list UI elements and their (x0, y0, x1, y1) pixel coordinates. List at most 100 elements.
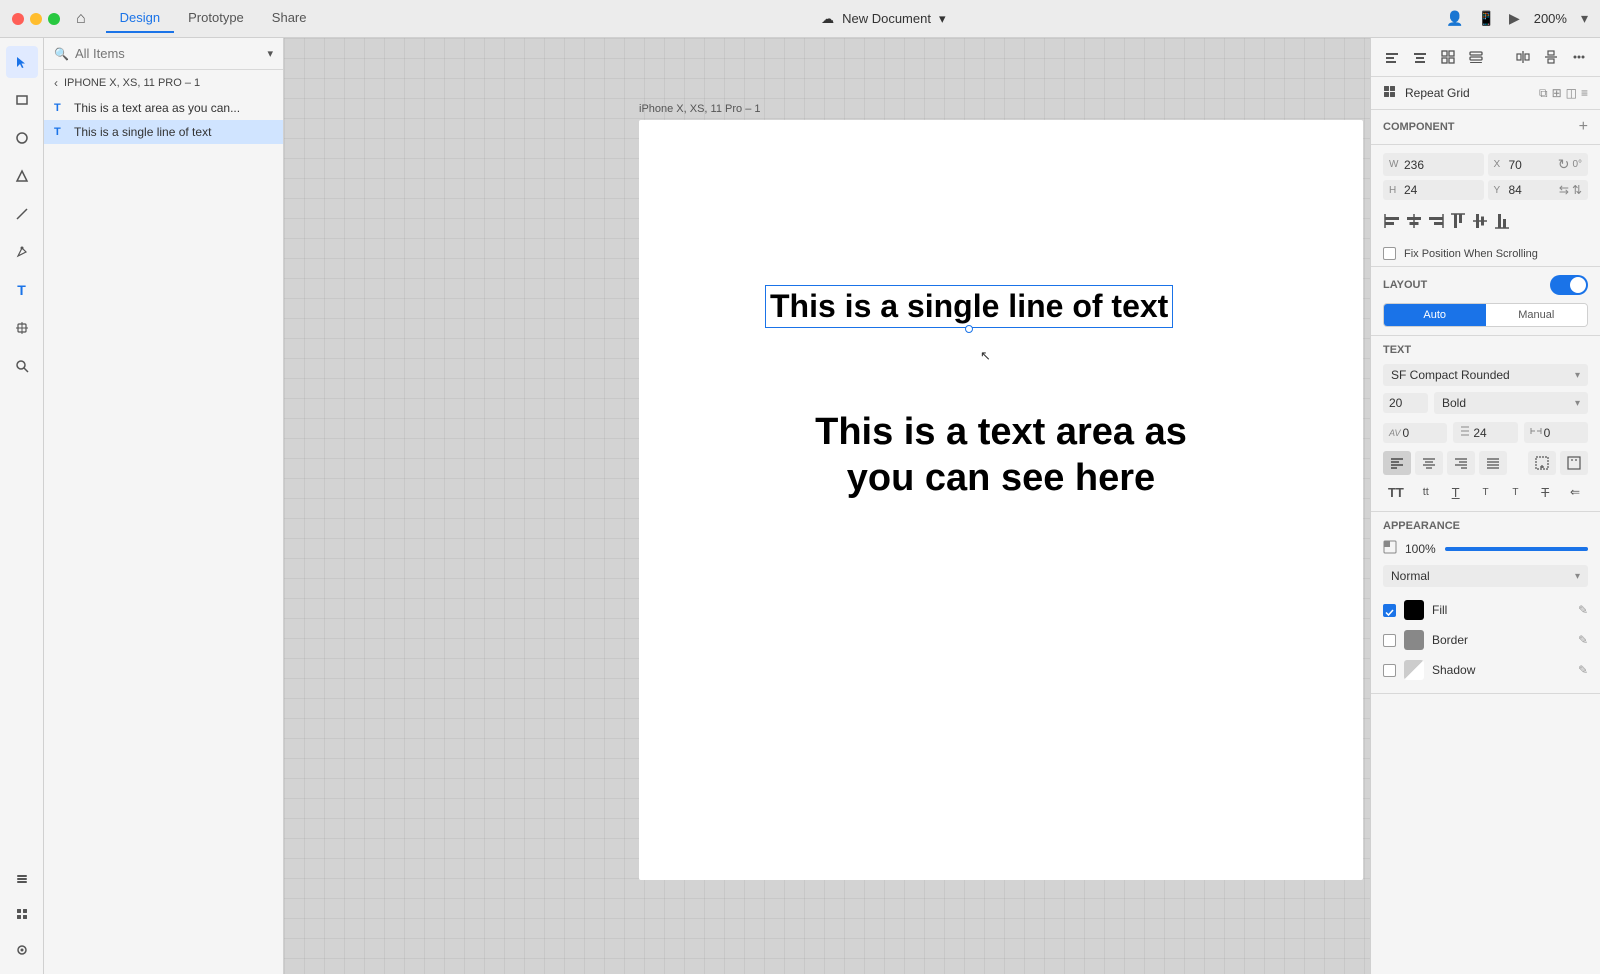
close-button[interactable] (12, 13, 24, 25)
text-tool[interactable]: T (6, 274, 38, 306)
text-rtl-icon[interactable]: ⇐ (1562, 481, 1588, 503)
layer-item-1[interactable]: T This is a text area as you can... (44, 96, 283, 120)
text-tt-small-icon[interactable]: tt (1413, 481, 1439, 503)
more-icon[interactable] (1566, 44, 1592, 70)
fill-checkbox[interactable] (1383, 604, 1396, 617)
opacity-bar[interactable] (1445, 547, 1588, 551)
zoom-tool[interactable] (6, 350, 38, 382)
text-area-element[interactable]: This is a text area asyou can see here (717, 410, 1285, 501)
av-field[interactable]: AV 0 (1383, 423, 1447, 443)
align-left-icon[interactable] (1383, 212, 1401, 233)
auto-button[interactable]: Auto (1384, 304, 1486, 326)
distribute-v-icon[interactable] (1538, 44, 1564, 70)
line-height-field[interactable]: 24 (1453, 422, 1517, 443)
border-color-swatch[interactable] (1404, 630, 1424, 650)
artboard[interactable]: This is a single line of text This is a … (639, 120, 1363, 880)
rg-ungroup-icon[interactable]: ⊞ (1552, 86, 1562, 101)
grid-view-icon[interactable] (1435, 44, 1461, 70)
text-subscript-icon[interactable]: T (1502, 481, 1528, 503)
y-field[interactable]: Y 84 ⇆ ⇅ (1488, 180, 1589, 200)
rg-settings-icon[interactable]: ◫ (1566, 86, 1577, 101)
distribute-h-icon[interactable] (1510, 44, 1536, 70)
align-center-h-icon[interactable] (1405, 212, 1423, 233)
search-input[interactable] (75, 46, 262, 61)
layer-item-2[interactable]: T This is a single line of text (44, 120, 283, 144)
fix-position-row: Fix Position When Scrolling (1371, 241, 1600, 267)
pen-tool[interactable] (6, 236, 38, 268)
text-tt-icon[interactable]: TT (1383, 481, 1409, 503)
play-icon[interactable]: ▶ (1509, 10, 1520, 27)
layers-dropdown[interactable]: ▾ (267, 47, 273, 60)
stack-icon[interactable] (1463, 44, 1489, 70)
width-field[interactable]: W 236 (1383, 153, 1484, 176)
chevron-down-icon[interactable]: ▾ (939, 11, 946, 27)
minimize-button[interactable] (30, 13, 42, 25)
fix-position-checkbox[interactable] (1383, 247, 1396, 260)
tab-share[interactable]: Share (258, 4, 321, 33)
shadow-checkbox[interactable] (1383, 664, 1396, 677)
text-align-center-icon[interactable] (1415, 451, 1443, 475)
align-bottom-icon[interactable] (1493, 212, 1511, 233)
select-tool[interactable] (6, 46, 38, 78)
height-field[interactable]: H 24 (1383, 180, 1484, 200)
manual-button[interactable]: Manual (1486, 304, 1588, 326)
triangle-tool[interactable] (6, 160, 38, 192)
shadow-color-swatch[interactable] (1404, 660, 1424, 680)
layers-back-button[interactable]: ‹ IPHONE X, XS, 11 PRO – 1 (44, 70, 283, 96)
device-icon[interactable]: 📱 (1478, 10, 1495, 27)
text-underline-icon[interactable]: T (1443, 481, 1469, 503)
home-icon[interactable]: ⌂ (76, 10, 86, 28)
rg-close-icon[interactable]: ≡ (1581, 86, 1588, 101)
text-strikethrough-icon[interactable]: T (1532, 481, 1558, 503)
fullscreen-button[interactable] (48, 13, 60, 25)
text-superscript-icon[interactable]: T (1473, 481, 1499, 503)
assets-icon[interactable] (6, 898, 38, 930)
selection-handle[interactable] (965, 325, 973, 333)
text-align-right-icon[interactable] (1447, 451, 1475, 475)
flip-v-icon[interactable]: ⇅ (1572, 183, 1582, 197)
chevron-down-zoom-icon[interactable]: ▾ (1581, 10, 1588, 27)
text-align-left-icon[interactable] (1383, 451, 1411, 475)
rectangle-tool[interactable] (6, 84, 38, 116)
text-align-justify-icon[interactable] (1479, 451, 1507, 475)
tab-prototype[interactable]: Prototype (174, 4, 258, 33)
tracking-field[interactable]: 0 (1524, 422, 1588, 443)
component-tool[interactable] (6, 312, 38, 344)
border-edit-icon[interactable]: ✎ (1578, 633, 1588, 647)
text-box-auto-icon[interactable] (1528, 451, 1556, 475)
flip-h-icon[interactable]: ⇆ (1559, 183, 1569, 197)
x-field[interactable]: X 70 ↻ 0° (1488, 153, 1589, 176)
font-family-dropdown[interactable]: SF Compact Rounded ▾ (1383, 364, 1588, 386)
canvas-area[interactable]: iPhone X, XS, 11 Pro – 1 This is a singl… (284, 38, 1370, 974)
tab-design[interactable]: Design (106, 4, 174, 33)
align-left-panel-icon[interactable] (1379, 44, 1405, 70)
user-icon[interactable]: 👤 (1446, 10, 1463, 27)
fill-color-swatch[interactable] (1404, 600, 1424, 620)
border-checkbox[interactable] (1383, 634, 1396, 647)
tracking-value: 0 (1544, 426, 1551, 440)
text-box-fixed-icon[interactable] (1560, 451, 1588, 475)
ellipse-tool[interactable] (6, 122, 38, 154)
component-add-icon[interactable]: + (1579, 118, 1588, 136)
rg-copy-icon[interactable]: ⧉ (1539, 86, 1548, 101)
layers-icon[interactable] (6, 862, 38, 894)
selected-text-element[interactable]: This is a single line of text (765, 285, 1173, 328)
line-tool[interactable] (6, 198, 38, 230)
blend-mode-dropdown[interactable]: Normal ▾ (1383, 565, 1588, 587)
responsive-resize-toggle[interactable] (1550, 275, 1588, 295)
document-title[interactable]: New Document (842, 11, 931, 26)
font-weight-dropdown[interactable]: Bold ▾ (1434, 392, 1588, 414)
titlebar: ⌂ Design Prototype Share ☁ New Document … (0, 0, 1600, 38)
shadow-edit-icon[interactable]: ✎ (1578, 663, 1588, 677)
right-panel: Repeat Grid ⧉ ⊞ ◫ ≡ COMPONENT + W 236 X … (1370, 38, 1600, 974)
fill-edit-icon[interactable]: ✎ (1578, 603, 1588, 617)
component-section: COMPONENT + (1371, 110, 1600, 145)
plugins-icon[interactable] (6, 934, 38, 966)
align-right-icon[interactable] (1427, 212, 1445, 233)
align-top-icon[interactable] (1449, 212, 1467, 233)
font-size-field[interactable]: 20 (1383, 393, 1428, 413)
zoom-level[interactable]: 200% (1534, 11, 1567, 26)
align-center-v-icon[interactable] (1471, 212, 1489, 233)
font-weight-arrow-icon: ▾ (1575, 398, 1580, 409)
align-center-panel-icon[interactable] (1407, 44, 1433, 70)
